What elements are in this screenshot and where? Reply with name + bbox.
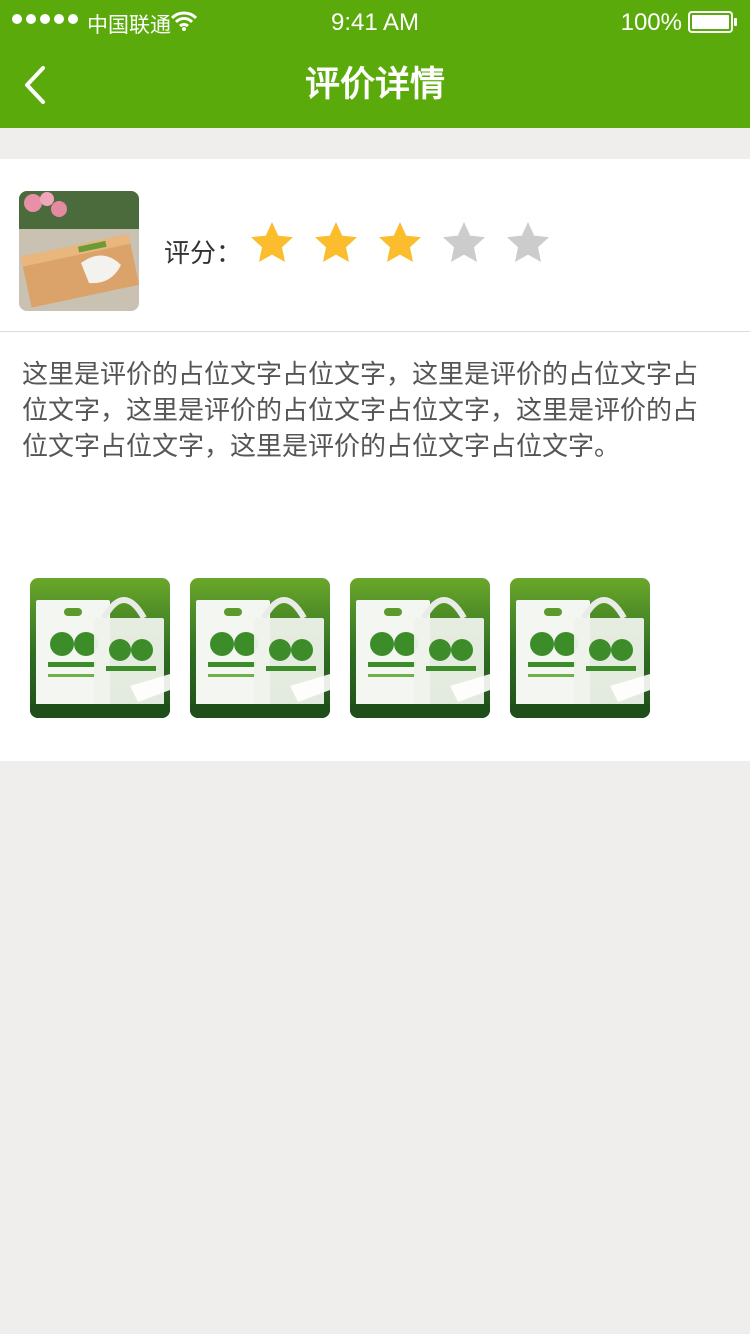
- star-filled-icon: [315, 222, 357, 262]
- product-thumbnail[interactable]: [19, 191, 139, 311]
- star-filled-icon: [251, 222, 293, 262]
- review-photo[interactable]: [190, 578, 330, 718]
- star-empty-icon: [507, 222, 549, 262]
- review-photos: [30, 578, 650, 718]
- battery-percent: 100%: [620, 9, 682, 36]
- star-filled-icon: [379, 222, 421, 262]
- review-photo[interactable]: [350, 578, 490, 718]
- product-rating-row: 评分：: [0, 159, 750, 332]
- nav-header: 中国联通 9:41 AM 100% 评价详情: [0, 0, 750, 128]
- product-image: [19, 191, 139, 311]
- review-photo[interactable]: [30, 578, 170, 718]
- review-text: 这里是评价的占位文字占位文字，这里是评价的占位文字占位文字，这里是评价的占位文字…: [22, 360, 699, 462]
- review-photo[interactable]: [510, 578, 650, 718]
- star-rating: [248, 219, 552, 267]
- page-title: 评价详情: [304, 65, 445, 105]
- rating-label: 评分：: [164, 239, 243, 269]
- review-card: 评分： 这里是评价的占位文字占位文字，这里是评价的占位文字占位文字，这里是评价的…: [0, 159, 750, 761]
- battery-icon: [688, 11, 737, 33]
- star-empty-icon: [443, 222, 485, 262]
- status-bar: 中国联通 9:41 AM 100%: [0, 0, 750, 48]
